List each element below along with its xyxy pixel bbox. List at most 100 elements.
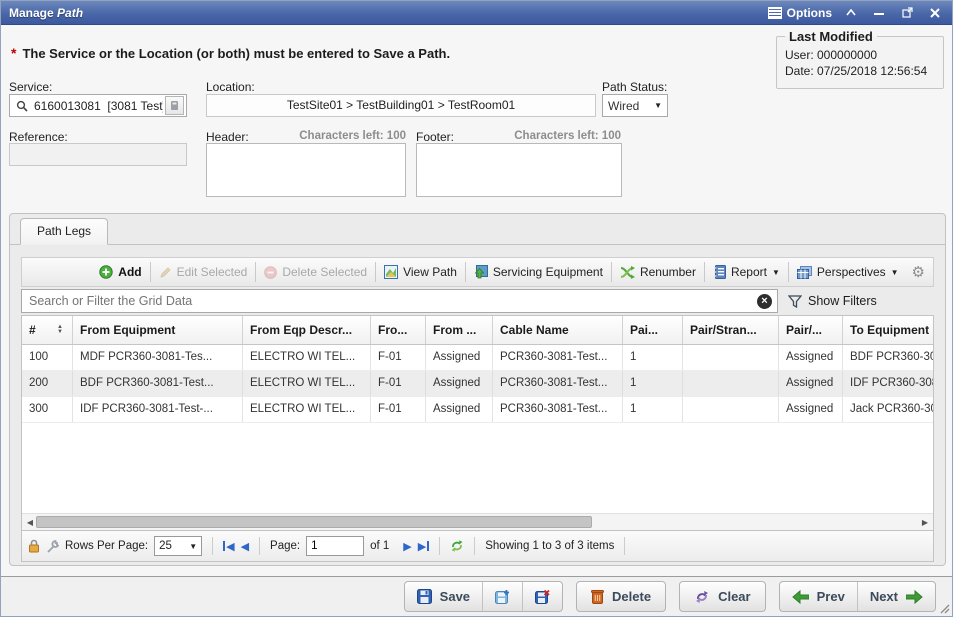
column-header-to-equipment[interactable]: To Equipment xyxy=(843,316,934,344)
trash-icon xyxy=(591,589,604,604)
servicing-equipment-icon xyxy=(474,265,488,279)
resize-grip[interactable] xyxy=(938,602,950,614)
close-button[interactable] xyxy=(930,8,944,18)
renumber-button[interactable]: Renumber xyxy=(613,260,703,284)
delete-button[interactable]: Delete xyxy=(576,581,666,612)
save-and-new-button[interactable] xyxy=(482,582,522,611)
save-and-new-icon xyxy=(495,589,510,604)
minimize-button[interactable] xyxy=(874,9,888,17)
show-filters-button[interactable]: Show Filters xyxy=(788,294,877,308)
scrollbar-thumb[interactable] xyxy=(36,516,592,528)
grid-search-box: × xyxy=(21,289,778,313)
last-modified-date: Date: 07/25/2018 12:56:54 xyxy=(785,64,935,78)
grid-body: 100 MDF PCR360-3081-Tes... ELECTRO WI TE… xyxy=(22,345,933,513)
horizontal-scrollbar[interactable]: ◀ ▶ xyxy=(22,513,933,530)
page-count-label: of 1 xyxy=(370,540,389,552)
column-header-cable-name[interactable]: Cable Name xyxy=(493,316,623,344)
table-row[interactable]: 300 IDF PCR360-3081-Test-... ELECTRO WI … xyxy=(22,397,934,423)
footer-chars-left: Characters left: 100 xyxy=(469,130,621,142)
remove-icon xyxy=(264,266,277,279)
search-icon xyxy=(16,100,28,112)
prev-page-button[interactable]: ◀ xyxy=(241,540,249,553)
clear-refresh-icon xyxy=(694,590,710,604)
location-field[interactable]: TestSite01 > TestBuilding01 > TestRoom01 xyxy=(206,94,596,117)
clear-search-icon[interactable]: × xyxy=(757,294,772,309)
save-and-close-button[interactable] xyxy=(522,582,562,611)
wrench-icon[interactable] xyxy=(46,540,59,553)
refresh-icon[interactable] xyxy=(450,539,464,553)
rows-per-page-select[interactable]: 25 ▼ xyxy=(154,536,202,556)
save-icon xyxy=(417,589,432,604)
clear-button[interactable]: Clear xyxy=(679,581,766,612)
filter-funnel-icon xyxy=(788,295,802,308)
scroll-left-icon[interactable]: ◀ xyxy=(24,518,36,527)
popout-button[interactable] xyxy=(902,7,916,18)
add-button[interactable]: Add xyxy=(92,260,148,284)
table-row[interactable]: 100 MDF PCR360-3081-Tes... ELECTRO WI TE… xyxy=(22,345,934,371)
sort-icon[interactable]: ▲▼ xyxy=(57,325,63,335)
header-label: Header: xyxy=(206,130,249,144)
service-field[interactable] xyxy=(9,94,187,117)
rows-per-page-label: Rows Per Page: xyxy=(65,540,148,552)
service-lookup-icon xyxy=(170,100,179,111)
dialog-footer: Save Delete Clear Prev Next xyxy=(1,576,952,616)
prev-button[interactable]: Prev xyxy=(780,582,857,611)
report-dropdown-arrow-icon: ▼ xyxy=(772,268,780,277)
grid-search-input[interactable] xyxy=(27,293,757,309)
view-path-button[interactable]: View Path xyxy=(377,260,464,284)
last-modified-user: User: 000000000 xyxy=(785,48,935,62)
page-number-input[interactable] xyxy=(306,536,364,556)
edit-selected-button[interactable]: Edit Selected xyxy=(152,260,255,284)
column-header-from-equipment[interactable]: From Equipment xyxy=(73,316,243,344)
report-button[interactable]: Report ▼ xyxy=(706,260,787,284)
next-page-button[interactable]: ▶ xyxy=(403,540,411,553)
first-page-button[interactable]: ◀ xyxy=(223,540,234,553)
title-bar: Manage Path Options xyxy=(1,1,952,25)
column-header-pair-stran[interactable]: Pair/Stran... xyxy=(683,316,779,344)
renumber-icon xyxy=(620,266,635,279)
next-arrow-icon xyxy=(906,590,923,604)
table-row[interactable]: 200 BDF PCR360-3081-Test... ELECTRO WI T… xyxy=(22,371,934,397)
delete-selected-button[interactable]: Delete Selected xyxy=(257,260,374,284)
grid-settings-gear-icon[interactable]: ⚙ xyxy=(912,263,925,281)
lock-icon[interactable] xyxy=(28,539,40,553)
path-status-select[interactable]: Wired ▼ xyxy=(602,94,668,117)
save-and-close-icon xyxy=(535,589,550,604)
minimize-icon xyxy=(874,9,884,17)
last-modified-panel: Last Modified User: 000000000 Date: 07/2… xyxy=(776,29,944,89)
options-button[interactable]: Options xyxy=(768,6,832,20)
reference-input[interactable] xyxy=(9,143,187,166)
dropdown-arrow-icon: ▼ xyxy=(654,101,662,110)
save-button-group: Save xyxy=(404,581,563,612)
next-button[interactable]: Next xyxy=(857,582,935,611)
dropdown-arrow-icon: ▼ xyxy=(189,542,197,551)
collapse-button[interactable] xyxy=(846,9,860,16)
tab-path-legs[interactable]: Path Legs xyxy=(20,218,108,245)
service-input[interactable] xyxy=(32,98,165,114)
reference-label: Reference: xyxy=(9,130,68,144)
header-textarea[interactable] xyxy=(206,143,406,197)
header-chars-left: Characters left: 100 xyxy=(256,130,406,142)
dialog-title: Manage Path xyxy=(9,6,83,20)
validation-notice: *The Service or the Location (or both) m… xyxy=(11,45,450,61)
scroll-right-icon[interactable]: ▶ xyxy=(919,518,931,527)
footer-textarea[interactable] xyxy=(416,143,622,197)
servicing-equipment-button[interactable]: Servicing Equipment xyxy=(467,260,610,284)
column-header-from-eqp-descr[interactable]: From Eqp Descr... xyxy=(243,316,371,344)
save-button[interactable]: Save xyxy=(405,582,482,611)
grid-toolbar: Add Edit Selected Delete Selected View P… xyxy=(21,257,934,287)
column-header-fro[interactable]: Fro... xyxy=(371,316,426,344)
pencil-icon xyxy=(159,266,172,279)
grid-header-row: # ▲▼ From Equipment From Eqp Descr... Fr… xyxy=(22,316,934,345)
prev-next-button-group: Prev Next xyxy=(779,581,936,612)
add-icon xyxy=(99,265,113,279)
column-header-from[interactable]: From ... xyxy=(426,316,493,344)
service-lookup-button[interactable] xyxy=(165,96,184,115)
chevron-up-icon xyxy=(846,9,856,16)
column-header-pai[interactable]: Pai... xyxy=(623,316,683,344)
last-page-button[interactable]: ▶ xyxy=(418,540,429,553)
column-header-pair[interactable]: Pair/... xyxy=(779,316,843,344)
column-header-number[interactable]: # ▲▼ xyxy=(22,316,73,344)
required-asterisk-icon: * xyxy=(11,45,16,61)
perspectives-button[interactable]: Perspectives ▼ xyxy=(790,260,906,284)
